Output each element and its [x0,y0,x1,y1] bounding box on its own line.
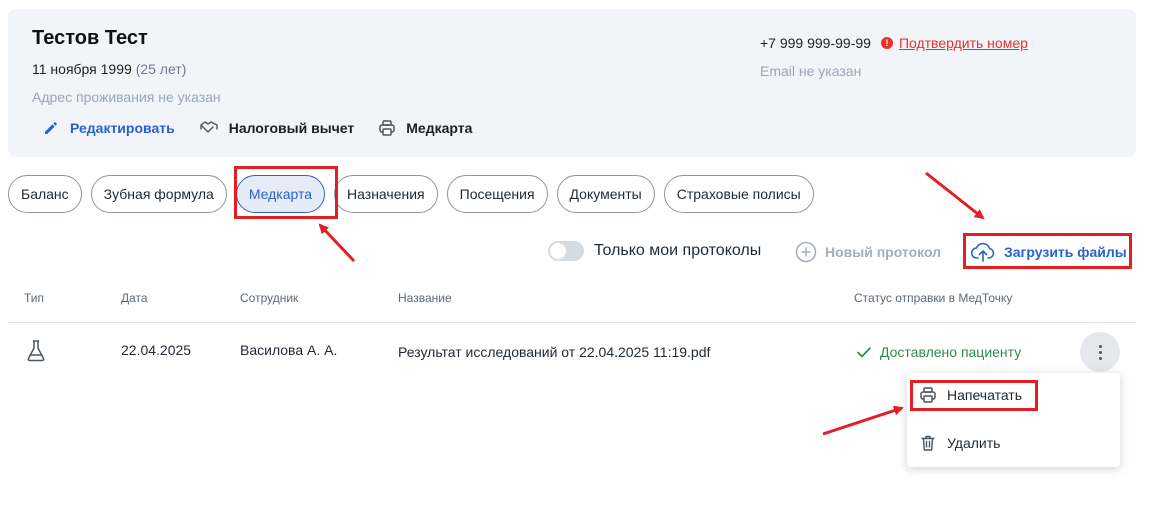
check-icon [857,347,871,358]
tab-insurance[interactable]: Страховые полисы [663,175,814,213]
cloud-upload-icon [971,242,995,262]
column-header-employee: Сотрудник [240,291,299,305]
row-file-name[interactable]: Результат исследований от 22.04.2025 11:… [398,344,710,360]
more-vertical-icon [1098,343,1102,361]
patient-tabs: Баланс Зубная формула Медкарта Назначени… [8,175,823,213]
plus-circle-icon [795,241,817,263]
row-status: Доставлено пациенту [856,344,1021,360]
patient-actions: Редактировать Налоговый вычет Медкарта [42,119,496,137]
tab-prescriptions[interactable]: Назначения [334,175,438,213]
new-protocol-button[interactable]: Новый протокол [795,241,941,263]
tax-deduction-button[interactable]: Налоговый вычет [199,119,355,137]
edit-button[interactable]: Редактировать [42,119,175,137]
only-mine-toggle[interactable] [548,241,584,261]
arrow-to-upload-button [925,171,985,220]
row-actions-button[interactable] [1080,332,1120,372]
warning-icon: ! [880,37,893,49]
upload-files-label: Загрузить файлы [1004,244,1127,260]
tab-visits[interactable]: Посещения [446,175,548,213]
upload-files-button[interactable]: Загрузить файлы [971,241,1127,263]
patient-name: Тестов Тест [32,27,148,49]
birth-date: 11 ноября 1999 [32,61,132,77]
handshake-icon [200,121,218,133]
column-header-type: Тип [24,291,45,305]
patient-dob: 11 ноября 1999 (25 лет) [32,61,186,77]
patient-email: Email не указан [760,63,862,79]
patient-age: (25 лет) [135,61,187,77]
only-mine-toggle-row: Только мои протоколы [548,241,761,261]
menu-item-delete[interactable]: Удалить [919,434,1000,452]
phone-row: +7 999 999-99-99 ! Подтвердить номер [760,35,1028,51]
pencil-icon [45,121,58,134]
only-mine-label: Только мои протоколы [594,242,762,259]
confirm-phone-link[interactable]: Подтвердить номер [899,35,1028,51]
flask-icon [27,340,45,362]
medcard-label: Медкарта [406,120,473,136]
row-date: 22.04.2025 [121,342,192,358]
menu-item-print[interactable]: Напечатать [919,386,1022,404]
patient-card: Тестов Тест 11 ноября 1999 (25 лет) Адре… [8,9,1136,157]
printer-icon [920,387,936,403]
arrow-to-print-item [822,405,904,436]
column-header-date: Дата [121,291,148,305]
tab-medcard[interactable]: Медкарта [235,175,326,213]
menu-item-delete-label: Удалить [947,435,1001,451]
column-header-name: Название [398,291,452,305]
arrow-to-medcard-tab [318,223,356,263]
phone-number: +7 999 999-99-99 [760,35,871,51]
edit-label: Редактировать [70,120,175,136]
toggle-knob [550,243,566,259]
tax-deduction-label: Налоговый вычет [228,120,355,136]
new-protocol-label: Новый протокол [825,244,942,260]
tab-balance[interactable]: Баланс [8,175,82,213]
row-status-label: Доставлено пациенту [880,344,1022,360]
menu-item-print-label: Напечатать [947,387,1023,403]
printer-icon [379,120,396,136]
patient-address: Адрес проживания не указан [32,89,221,105]
trash-icon [921,435,935,451]
tab-documents[interactable]: Документы [556,175,655,213]
medcard-print-button[interactable]: Медкарта [378,119,472,137]
column-header-status: Статус отправки в МедТочку [854,291,1013,305]
row-employee: Василова А. А. [240,342,338,358]
row-context-menu: Напечатать Удалить [907,373,1120,467]
table-divider [8,322,1136,323]
tab-dental-formula[interactable]: Зубная формула [90,175,227,213]
